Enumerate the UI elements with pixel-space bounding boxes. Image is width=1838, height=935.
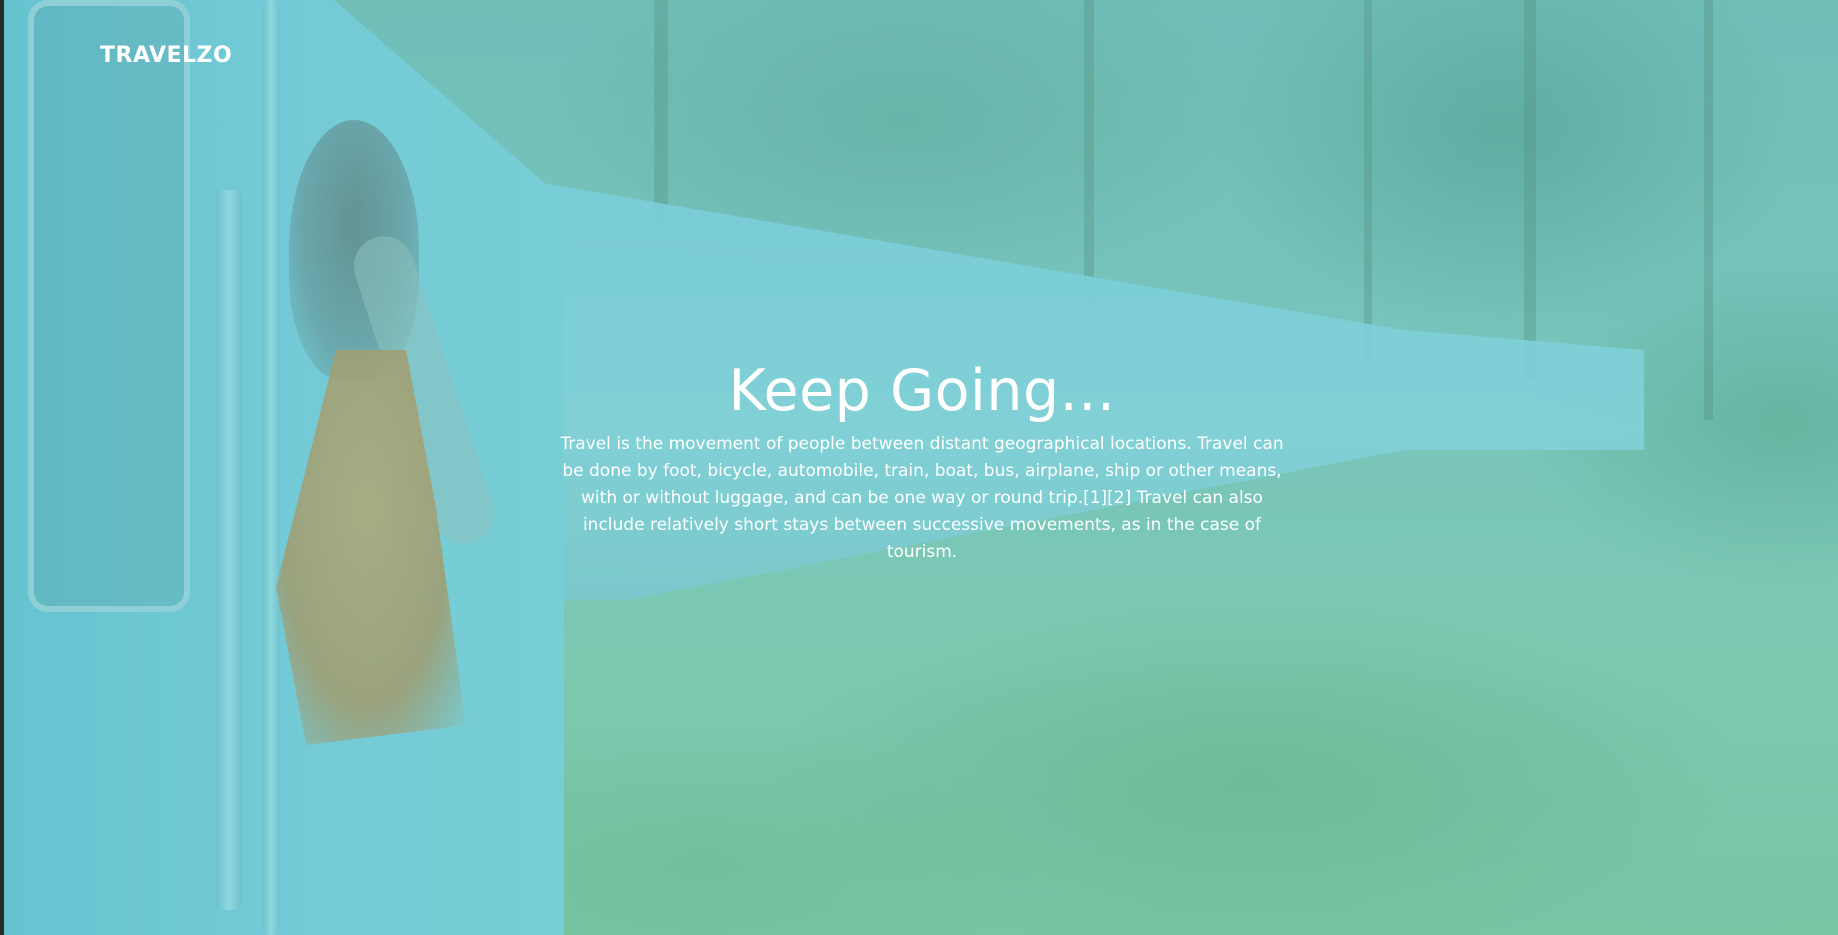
hero-content: Keep Going... Travel is the movement of … [554,355,1290,566]
site-logo[interactable]: TRAVELZO [100,43,232,68]
hero-description: Travel is the movement of people between… [560,434,1284,562]
hero-title: Keep Going... [728,358,1116,424]
